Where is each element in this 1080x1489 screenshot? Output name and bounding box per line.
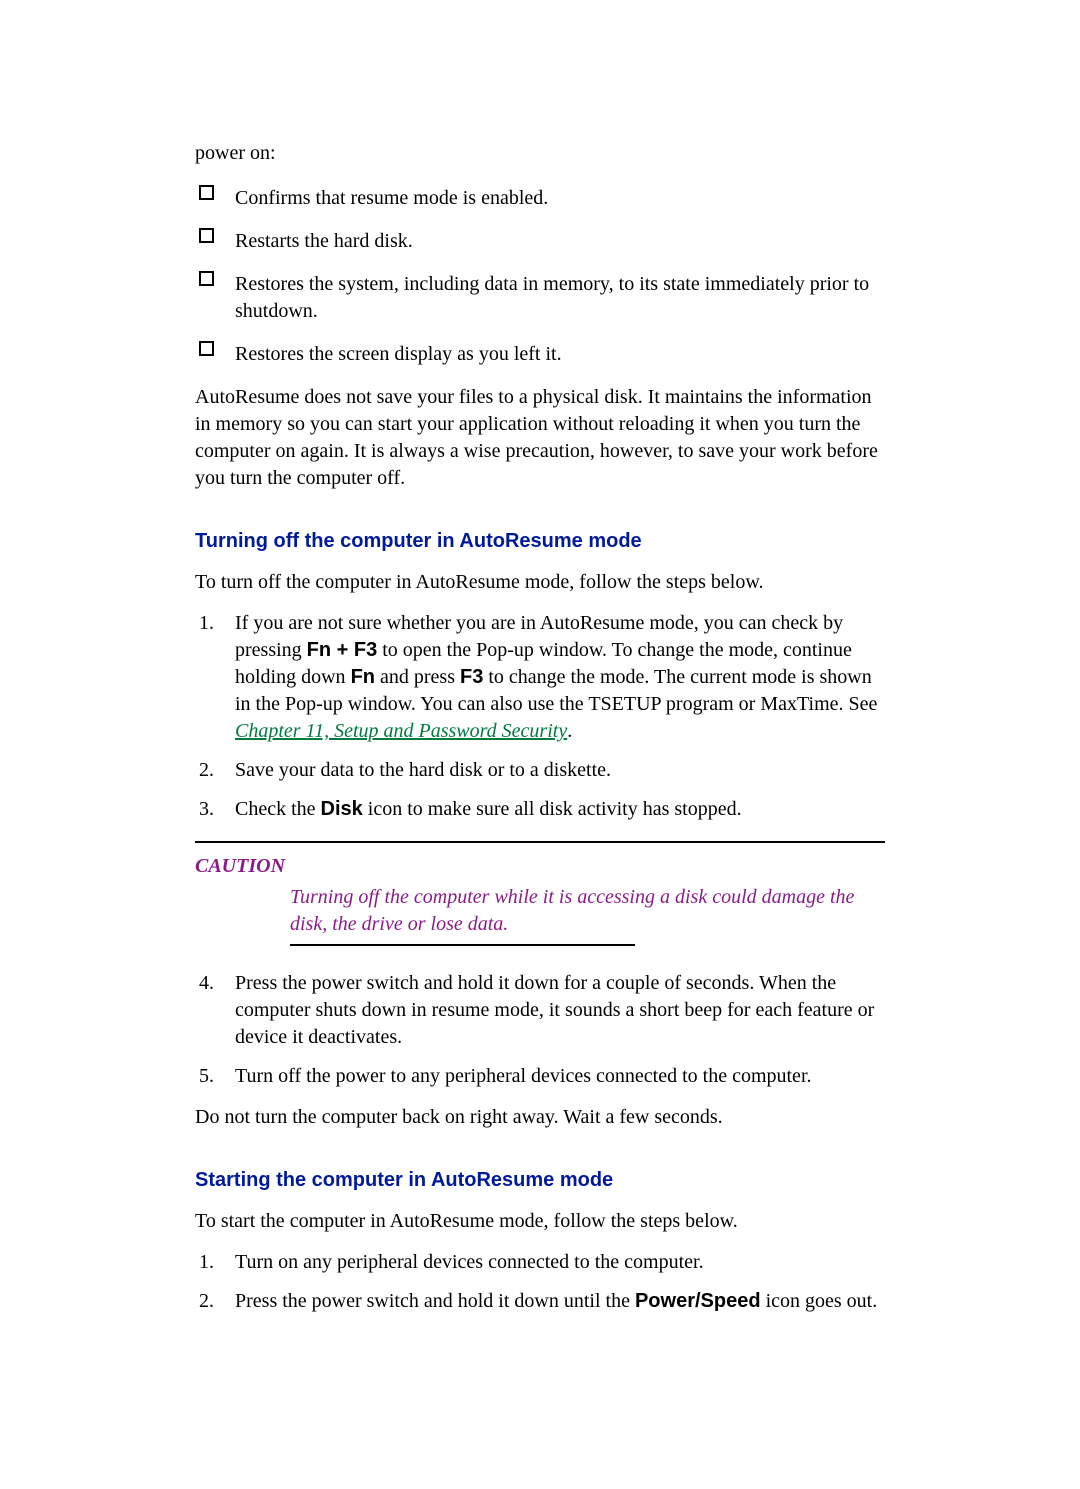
list-item: Check the Disk icon to make sure all dis… (195, 796, 885, 823)
key-combo: Fn (351, 666, 375, 688)
step-text: icon goes out. (761, 1290, 878, 1312)
step-text: . (567, 720, 572, 742)
checklist-item: Restarts the hard disk. (195, 228, 885, 255)
checklist-text: Confirms that resume mode is enabled. (235, 187, 548, 209)
disk-icon-name: Disk (321, 798, 363, 820)
key-combo: F3 (460, 666, 483, 688)
list-item: If you are not sure whether you are in A… (195, 610, 885, 745)
caution-label: CAUTION (195, 853, 885, 880)
checkbox-icon (199, 271, 214, 286)
step-text: Save your data to the hard disk or to a … (235, 759, 611, 781)
section1-intro: To turn off the computer in AutoResume m… (195, 569, 885, 596)
caution-rule-bottom (290, 944, 635, 946)
section2-intro: To start the computer in AutoResume mode… (195, 1208, 885, 1235)
checklist-text: Restarts the hard disk. (235, 230, 413, 252)
step-text: and press (375, 666, 460, 688)
step-text: icon to make sure all disk activity has … (363, 798, 742, 820)
intro-line: power on: (195, 140, 885, 167)
checklist-item: Restores the screen display as you left … (195, 341, 885, 368)
autoresume-paragraph: AutoResume does not save your files to a… (195, 384, 885, 492)
chapter-11-link[interactable]: Chapter 11, Setup and Password Security (235, 720, 567, 742)
caution-text: Turning off the computer while it is acc… (290, 884, 875, 938)
step-text: Press the power switch and hold it down … (235, 1290, 635, 1312)
caution-block: CAUTION Turning off the computer while i… (195, 841, 885, 946)
section-heading-turning-off: Turning off the computer in AutoResume m… (195, 528, 885, 555)
document-page: power on: Confirms that resume mode is e… (0, 0, 1080, 1489)
section1-after: Do not turn the computer back on right a… (195, 1104, 885, 1131)
list-item: Press the power switch and hold it down … (195, 1288, 885, 1315)
list-item: Turn on any peripheral devices connected… (195, 1249, 885, 1276)
caution-rule-top (195, 841, 885, 843)
checklist-text: Restores the system, including data in m… (235, 273, 869, 322)
checklist-item: Restores the system, including data in m… (195, 271, 885, 325)
list-item: Press the power switch and hold it down … (195, 970, 885, 1051)
checklist-text: Restores the screen display as you left … (235, 343, 562, 365)
step-text: Press the power switch and hold it down … (235, 972, 874, 1048)
checkbox-icon (199, 185, 214, 200)
step-text: Turn off the power to any peripheral dev… (235, 1065, 812, 1087)
power-speed-icon-name: Power/Speed (635, 1290, 761, 1312)
power-on-checklist: Confirms that resume mode is enabled. Re… (195, 185, 885, 368)
checkbox-icon (199, 341, 214, 356)
turning-off-steps: If you are not sure whether you are in A… (195, 610, 885, 823)
step-text: Check the (235, 798, 321, 820)
turning-off-steps-cont: Press the power switch and hold it down … (195, 970, 885, 1090)
list-item: Save your data to the hard disk or to a … (195, 757, 885, 784)
section-heading-starting: Starting the computer in AutoResume mode (195, 1167, 885, 1194)
checklist-item: Confirms that resume mode is enabled. (195, 185, 885, 212)
starting-steps: Turn on any peripheral devices connected… (195, 1249, 885, 1315)
checkbox-icon (199, 228, 214, 243)
list-item: Turn off the power to any peripheral dev… (195, 1063, 885, 1090)
key-combo: Fn + F3 (307, 639, 378, 661)
step-text: Turn on any peripheral devices connected… (235, 1251, 704, 1273)
